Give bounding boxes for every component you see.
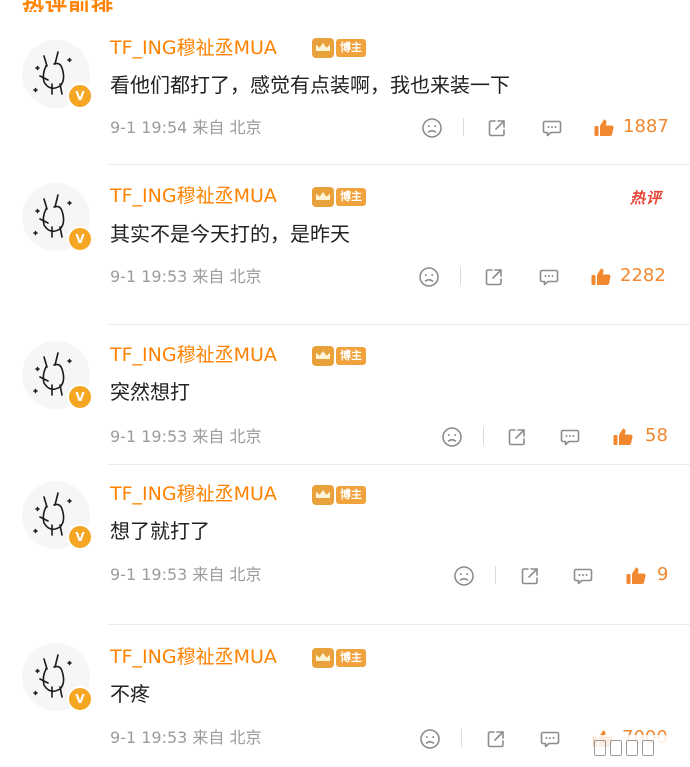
avatar[interactable]: V (22, 643, 93, 712)
comment-meta: 9-1 19:53 来自 北京 (110, 564, 262, 586)
like-count: 2282 (620, 265, 666, 286)
comment-text: 想了就打了 (110, 519, 210, 543)
share-icon[interactable] (484, 727, 508, 751)
username[interactable]: TF_ING穆祉丞MUA (110, 36, 277, 60)
crown-icon (312, 346, 334, 366)
role-badge: 博主 (312, 648, 366, 668)
role-badge-label: 博主 (336, 188, 366, 206)
watermark-glyph-icon (642, 740, 654, 756)
comment-icon[interactable] (571, 564, 595, 588)
sad-face-icon[interactable] (420, 116, 444, 140)
divider (461, 729, 462, 747)
share-icon[interactable] (518, 564, 542, 588)
watermark-glyph-icon (610, 740, 622, 756)
comment-item: V TF_ING穆祉丞MUA 博主 热评 其实不是今天打的，是昨天 9-1 19… (0, 165, 690, 325)
sad-face-icon[interactable] (418, 727, 442, 751)
verified-badge-icon: V (67, 524, 93, 550)
comment-item: V TF_ING穆祉丞MUA 博主 看他们都打了，感觉有点装啊，我也来装一下 9… (0, 0, 690, 165)
role-badge-label: 博主 (336, 347, 366, 365)
action-bar: 58 (440, 423, 690, 449)
comment-location: 来自 北京 (192, 728, 262, 747)
sad-face-icon[interactable] (452, 564, 476, 588)
comment-text: 其实不是今天打的，是昨天 (110, 222, 350, 246)
avatar[interactable]: V (22, 40, 93, 109)
comment-item: V TF_ING穆祉丞MUA 博主 不疼 9-1 19:53 来自 北京 700… (0, 625, 690, 767)
thumbs-up-icon[interactable] (624, 564, 648, 588)
like-count: 58 (645, 425, 668, 446)
watermark-glyph-icon (594, 740, 606, 756)
avatar[interactable]: V (22, 481, 93, 550)
divider (463, 118, 464, 136)
verified-badge-icon: V (67, 384, 93, 410)
avatar[interactable]: V (22, 341, 93, 410)
role-badge: 博主 (312, 346, 366, 366)
comment-time: 9-1 19:54 (110, 118, 188, 137)
comment-text: 突然想打 (110, 380, 190, 404)
action-bar: 9 (452, 562, 690, 588)
comment-icon[interactable] (538, 727, 562, 751)
comment-time: 9-1 19:53 (110, 728, 188, 747)
hot-comment-label: 热评 (629, 189, 662, 207)
like-count: 1887 (623, 116, 669, 137)
avatar[interactable]: V (22, 183, 93, 252)
role-badge: 博主 (312, 485, 366, 505)
role-badge-label: 博主 (336, 649, 366, 667)
share-icon[interactable] (482, 265, 506, 289)
username[interactable]: TF_ING穆祉丞MUA (110, 184, 277, 208)
role-badge-label: 博主 (336, 39, 366, 57)
comment-icon[interactable] (558, 425, 582, 449)
comment-meta: 9-1 19:53 来自 北京 (110, 727, 262, 749)
share-icon[interactable] (485, 116, 509, 140)
thumbs-up-icon[interactable] (592, 116, 616, 140)
crown-icon (312, 38, 334, 58)
role-badge: 博主 (312, 187, 366, 207)
comment-time: 9-1 19:53 (110, 565, 188, 584)
action-bar: 2282 (417, 263, 690, 289)
comment-icon[interactable] (537, 265, 561, 289)
crown-icon (312, 187, 334, 207)
verified-badge-icon: V (67, 686, 93, 712)
like-count: 9 (657, 564, 669, 585)
role-badge: 博主 (312, 38, 366, 58)
crown-icon (312, 485, 334, 505)
comment-time: 9-1 19:53 (110, 267, 188, 286)
sad-face-icon[interactable] (417, 265, 441, 289)
comment-text: 不疼 (110, 682, 150, 706)
username[interactable]: TF_ING穆祉丞MUA (110, 482, 277, 506)
watermark (594, 735, 674, 761)
comment-time: 9-1 19:53 (110, 427, 188, 446)
verified-badge-icon: V (67, 83, 93, 109)
comment-location: 来自 北京 (192, 118, 262, 137)
comment-location: 来自 北京 (192, 427, 262, 446)
sad-face-icon[interactable] (440, 425, 464, 449)
comment-meta: 9-1 19:54 来自 北京 (110, 117, 262, 139)
crown-icon (312, 648, 334, 668)
divider (495, 566, 496, 584)
role-badge-label: 博主 (336, 486, 366, 504)
comment-meta: 9-1 19:53 来自 北京 (110, 426, 262, 448)
thumbs-up-icon[interactable] (589, 265, 613, 289)
divider (483, 427, 484, 445)
divider (460, 267, 461, 285)
verified-badge-icon: V (67, 226, 93, 252)
comment-meta: 9-1 19:53 来自 北京 (110, 266, 262, 288)
thumbs-up-icon[interactable] (611, 425, 635, 449)
share-icon[interactable] (505, 425, 529, 449)
comment-icon[interactable] (540, 116, 564, 140)
username[interactable]: TF_ING穆祉丞MUA (110, 343, 277, 367)
comment-text: 看他们都打了，感觉有点装啊，我也来装一下 (110, 73, 510, 97)
comment-location: 来自 北京 (192, 565, 262, 584)
comment-item: V TF_ING穆祉丞MUA 博主 突然想打 9-1 19:53 来自 北京 5… (0, 325, 690, 465)
comment-item: V TF_ING穆祉丞MUA 博主 想了就打了 9-1 19:53 来自 北京 … (0, 465, 690, 625)
username[interactable]: TF_ING穆祉丞MUA (110, 645, 277, 669)
comment-location: 来自 北京 (192, 267, 262, 286)
watermark-glyph-icon (626, 740, 638, 756)
action-bar: 1887 (420, 114, 690, 140)
